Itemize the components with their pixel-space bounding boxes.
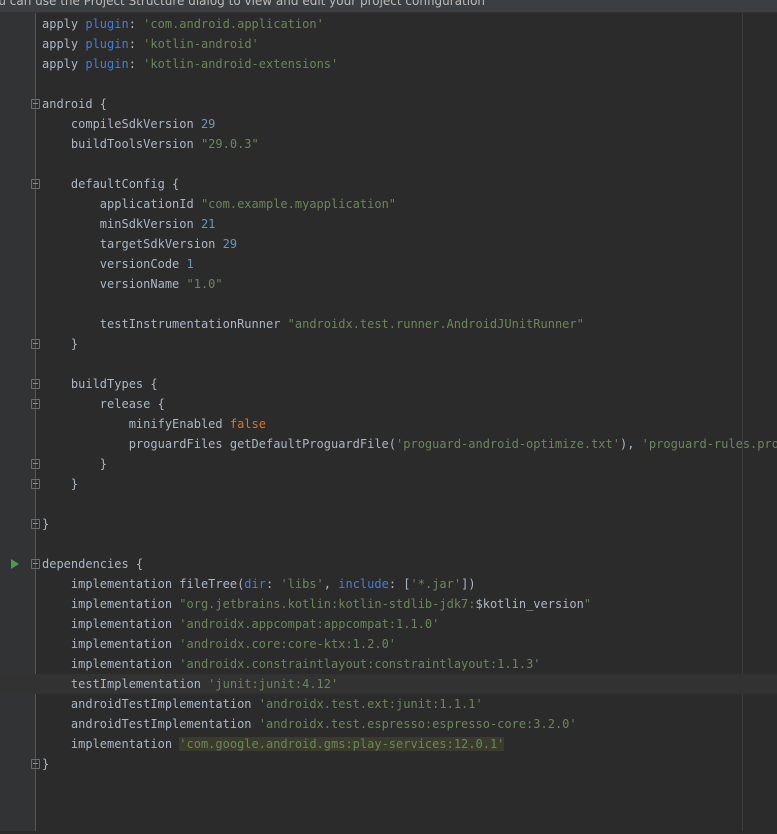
- run-gutter-icon[interactable]: [11, 559, 19, 569]
- code-line[interactable]: targetSdkVersion 29: [0, 234, 777, 254]
- fold-icon[interactable]: [31, 379, 40, 389]
- code-line[interactable]: minifyEnabled false: [0, 414, 777, 434]
- fold-icon[interactable]: [31, 479, 40, 489]
- code-line[interactable]: }: [0, 454, 777, 474]
- warning-highlight: 'com.google.android.gms:play-services:12…: [179, 737, 505, 751]
- fold-icon[interactable]: [31, 759, 40, 769]
- code-line[interactable]: implementation 'com.google.android.gms:p…: [0, 734, 777, 754]
- code-line[interactable]: implementation 'androidx.appcompat:appco…: [0, 614, 777, 634]
- code-line[interactable]: implementation "org.jetbrains.kotlin:kot…: [0, 594, 777, 614]
- notification-text: ou can use the Project Structure dialog …: [0, 0, 486, 8]
- code-line[interactable]: proguardFiles getDefaultProguardFile('pr…: [0, 434, 777, 454]
- code-line-current[interactable]: testImplementation 'junit:junit:4.12': [0, 674, 777, 694]
- code-line[interactable]: buildTypes {: [0, 374, 777, 394]
- code-line[interactable]: apply plugin: 'kotlin-android': [0, 34, 777, 54]
- fold-icon[interactable]: [31, 99, 40, 109]
- code-line[interactable]: versionName "1.0": [0, 274, 777, 294]
- notification-banner[interactable]: ou can use the Project Structure dialog …: [0, 0, 777, 13]
- fold-icon[interactable]: [31, 339, 40, 349]
- code-editor[interactable]: apply plugin: 'com.android.application' …: [0, 14, 777, 774]
- code-line[interactable]: minSdkVersion 21: [0, 214, 777, 234]
- code-line[interactable]: }: [0, 514, 777, 534]
- code-line[interactable]: }: [0, 474, 777, 494]
- fold-icon[interactable]: [31, 179, 40, 189]
- code-line[interactable]: apply plugin: 'kotlin-android-extensions…: [0, 54, 777, 74]
- code-line[interactable]: [0, 154, 777, 174]
- code-line[interactable]: [0, 494, 777, 514]
- code-line[interactable]: applicationId "com.example.myapplication…: [0, 194, 777, 214]
- code-line[interactable]: [0, 74, 777, 94]
- code-line[interactable]: }: [0, 754, 777, 774]
- code-line[interactable]: testInstrumentationRunner "androidx.test…: [0, 314, 777, 334]
- code-line[interactable]: buildToolsVersion "29.0.3": [0, 134, 777, 154]
- code-line[interactable]: release {: [0, 394, 777, 414]
- code-line[interactable]: defaultConfig {: [0, 174, 777, 194]
- code-line[interactable]: implementation 'androidx.core:core-ktx:1…: [0, 634, 777, 654]
- code-line[interactable]: implementation 'androidx.constraintlayou…: [0, 654, 777, 691]
- code-line[interactable]: apply plugin: 'com.android.application': [0, 14, 777, 34]
- code-line[interactable]: android {: [0, 94, 777, 114]
- fold-icon[interactable]: [31, 399, 40, 409]
- code-line[interactable]: androidTestImplementation 'androidx.test…: [0, 714, 777, 734]
- code-line[interactable]: versionCode 1: [0, 254, 777, 274]
- code-line[interactable]: implementation fileTree(dir: 'libs', inc…: [0, 574, 777, 594]
- code-line[interactable]: [0, 354, 777, 374]
- code-line[interactable]: [0, 534, 777, 554]
- code-line[interactable]: }: [0, 334, 777, 354]
- code-line[interactable]: androidTestImplementation 'androidx.test…: [0, 694, 777, 714]
- code-line[interactable]: dependencies {: [0, 554, 777, 574]
- fold-icon[interactable]: [31, 519, 40, 529]
- fold-icon[interactable]: [31, 559, 40, 569]
- fold-icon[interactable]: [31, 459, 40, 469]
- code-line[interactable]: compileSdkVersion 29: [0, 114, 777, 134]
- code-line[interactable]: [0, 294, 777, 314]
